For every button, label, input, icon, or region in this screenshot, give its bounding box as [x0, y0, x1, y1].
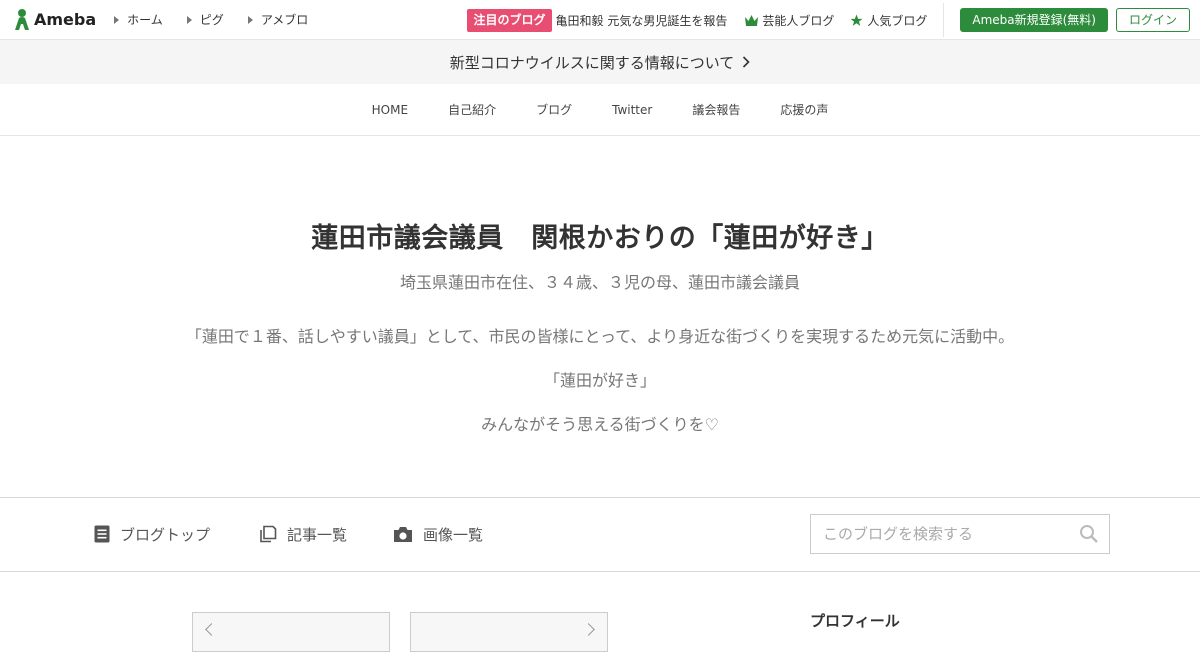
blog-top-link[interactable]: ブログトップ: [94, 498, 210, 570]
nav-ameblo-label: アメブロ: [260, 13, 309, 27]
notice-text: 新型コロナウイルスに関する情報について: [449, 53, 735, 72]
blog-toolbar: ブログトップ 記事一覧 画像一覧: [0, 498, 1200, 572]
header-right: 注目のブログ 亀田和毅 元気な男児誕生を報告 芸能人ブログ 人気ブログ Ameb…: [467, 0, 1190, 40]
document-icon: [94, 525, 110, 543]
blog-top-label: ブログトップ: [120, 525, 211, 544]
popular-blog-link[interactable]: 人気ブログ: [850, 12, 927, 29]
description-line: 「蓮田が好き」: [543, 371, 656, 390]
pages-icon: [260, 525, 277, 543]
global-header: Ameba ホーム ピグ アメブロ 注目のブログ 亀田和毅 元気な男児誕生を報告…: [0, 0, 1200, 40]
previous-entry-button[interactable]: [192, 612, 390, 652]
search-icon[interactable]: [1079, 524, 1099, 544]
content-area: プロフィール: [0, 572, 1200, 652]
description-line: みんながそう思える街づくりを♡: [481, 415, 719, 434]
celebrity-blog-link[interactable]: 芸能人ブログ: [745, 12, 834, 29]
popular-blog-label: 人気ブログ: [867, 13, 928, 28]
ameba-logo-icon: [15, 8, 29, 30]
nav-ameblo[interactable]: アメブロ: [247, 11, 309, 28]
blog-nav-council-report[interactable]: 議会報告: [692, 101, 740, 118]
ameba-logo[interactable]: Ameba: [12, 8, 96, 32]
profile-heading: プロフィール: [810, 612, 900, 630]
nav-home[interactable]: ホーム: [114, 11, 163, 28]
chevron-right-icon: [743, 56, 750, 68]
blog-nav: HOME 自己紹介 ブログ Twitter 議会報告 応援の声: [0, 84, 1200, 136]
star-icon: [850, 14, 863, 26]
blog-hero: 蓮田市議会議員 関根かおりの「蓮田が好き」 埼玉県蓮田市在住、３４歳、３児の母、…: [0, 136, 1200, 498]
blog-nav-profile[interactable]: 自己紹介: [448, 101, 496, 118]
blog-search-box: [810, 514, 1110, 554]
featured-blog-link[interactable]: 亀田和毅 元気な男児誕生を報告: [556, 12, 728, 29]
featured-badge: 注目のブログ: [467, 8, 552, 32]
blog-nav-support[interactable]: 応援の声: [780, 101, 828, 118]
global-nav: ホーム ピグ アメブロ: [114, 11, 332, 28]
nav-pigg-label: ピグ: [199, 13, 224, 27]
crown-icon: [745, 14, 759, 26]
blog-nav-blog[interactable]: ブログ: [536, 101, 572, 118]
header-divider: [943, 3, 945, 37]
blog-description: 「蓮田で１番、話しやすい議員」として、市民の皆様にとって、より身近な街づくりを実…: [0, 315, 1200, 447]
blog-nav-home[interactable]: HOME: [372, 103, 408, 117]
caret-right-icon: [114, 15, 120, 24]
logo-text: Ameba: [34, 10, 97, 29]
blog-nav-twitter[interactable]: Twitter: [612, 103, 652, 117]
caret-right-icon: [247, 15, 253, 24]
image-list-link[interactable]: 画像一覧: [393, 498, 483, 570]
image-list-label: 画像一覧: [423, 525, 484, 544]
celebrity-blog-label: 芸能人ブログ: [762, 13, 835, 28]
caret-right-icon: [186, 15, 192, 24]
blog-search-input[interactable]: [821, 524, 1079, 544]
next-entry-button[interactable]: [410, 612, 608, 652]
covid-notice-link[interactable]: 新型コロナウイルスに関する情報について: [0, 40, 1200, 84]
article-list-label: 記事一覧: [287, 525, 348, 544]
camera-icon: [394, 526, 412, 542]
blog-title[interactable]: 蓮田市議会議員 関根かおりの「蓮田が好き」: [0, 216, 1200, 255]
article-list-link[interactable]: 記事一覧: [259, 498, 347, 570]
nav-pigg[interactable]: ピグ: [186, 11, 224, 28]
blog-subtitle: 埼玉県蓮田市在住、３４歳、３児の母、蓮田市議会議員: [399, 273, 800, 292]
login-button[interactable]: ログイン: [1115, 8, 1190, 32]
nav-home-label: ホーム: [127, 13, 163, 27]
description-line: 「蓮田で１番、話しやすい議員」として、市民の皆様にとって、より身近な街づくりを実…: [185, 327, 1015, 346]
register-button[interactable]: Ameba新規登録(無料): [960, 8, 1108, 32]
